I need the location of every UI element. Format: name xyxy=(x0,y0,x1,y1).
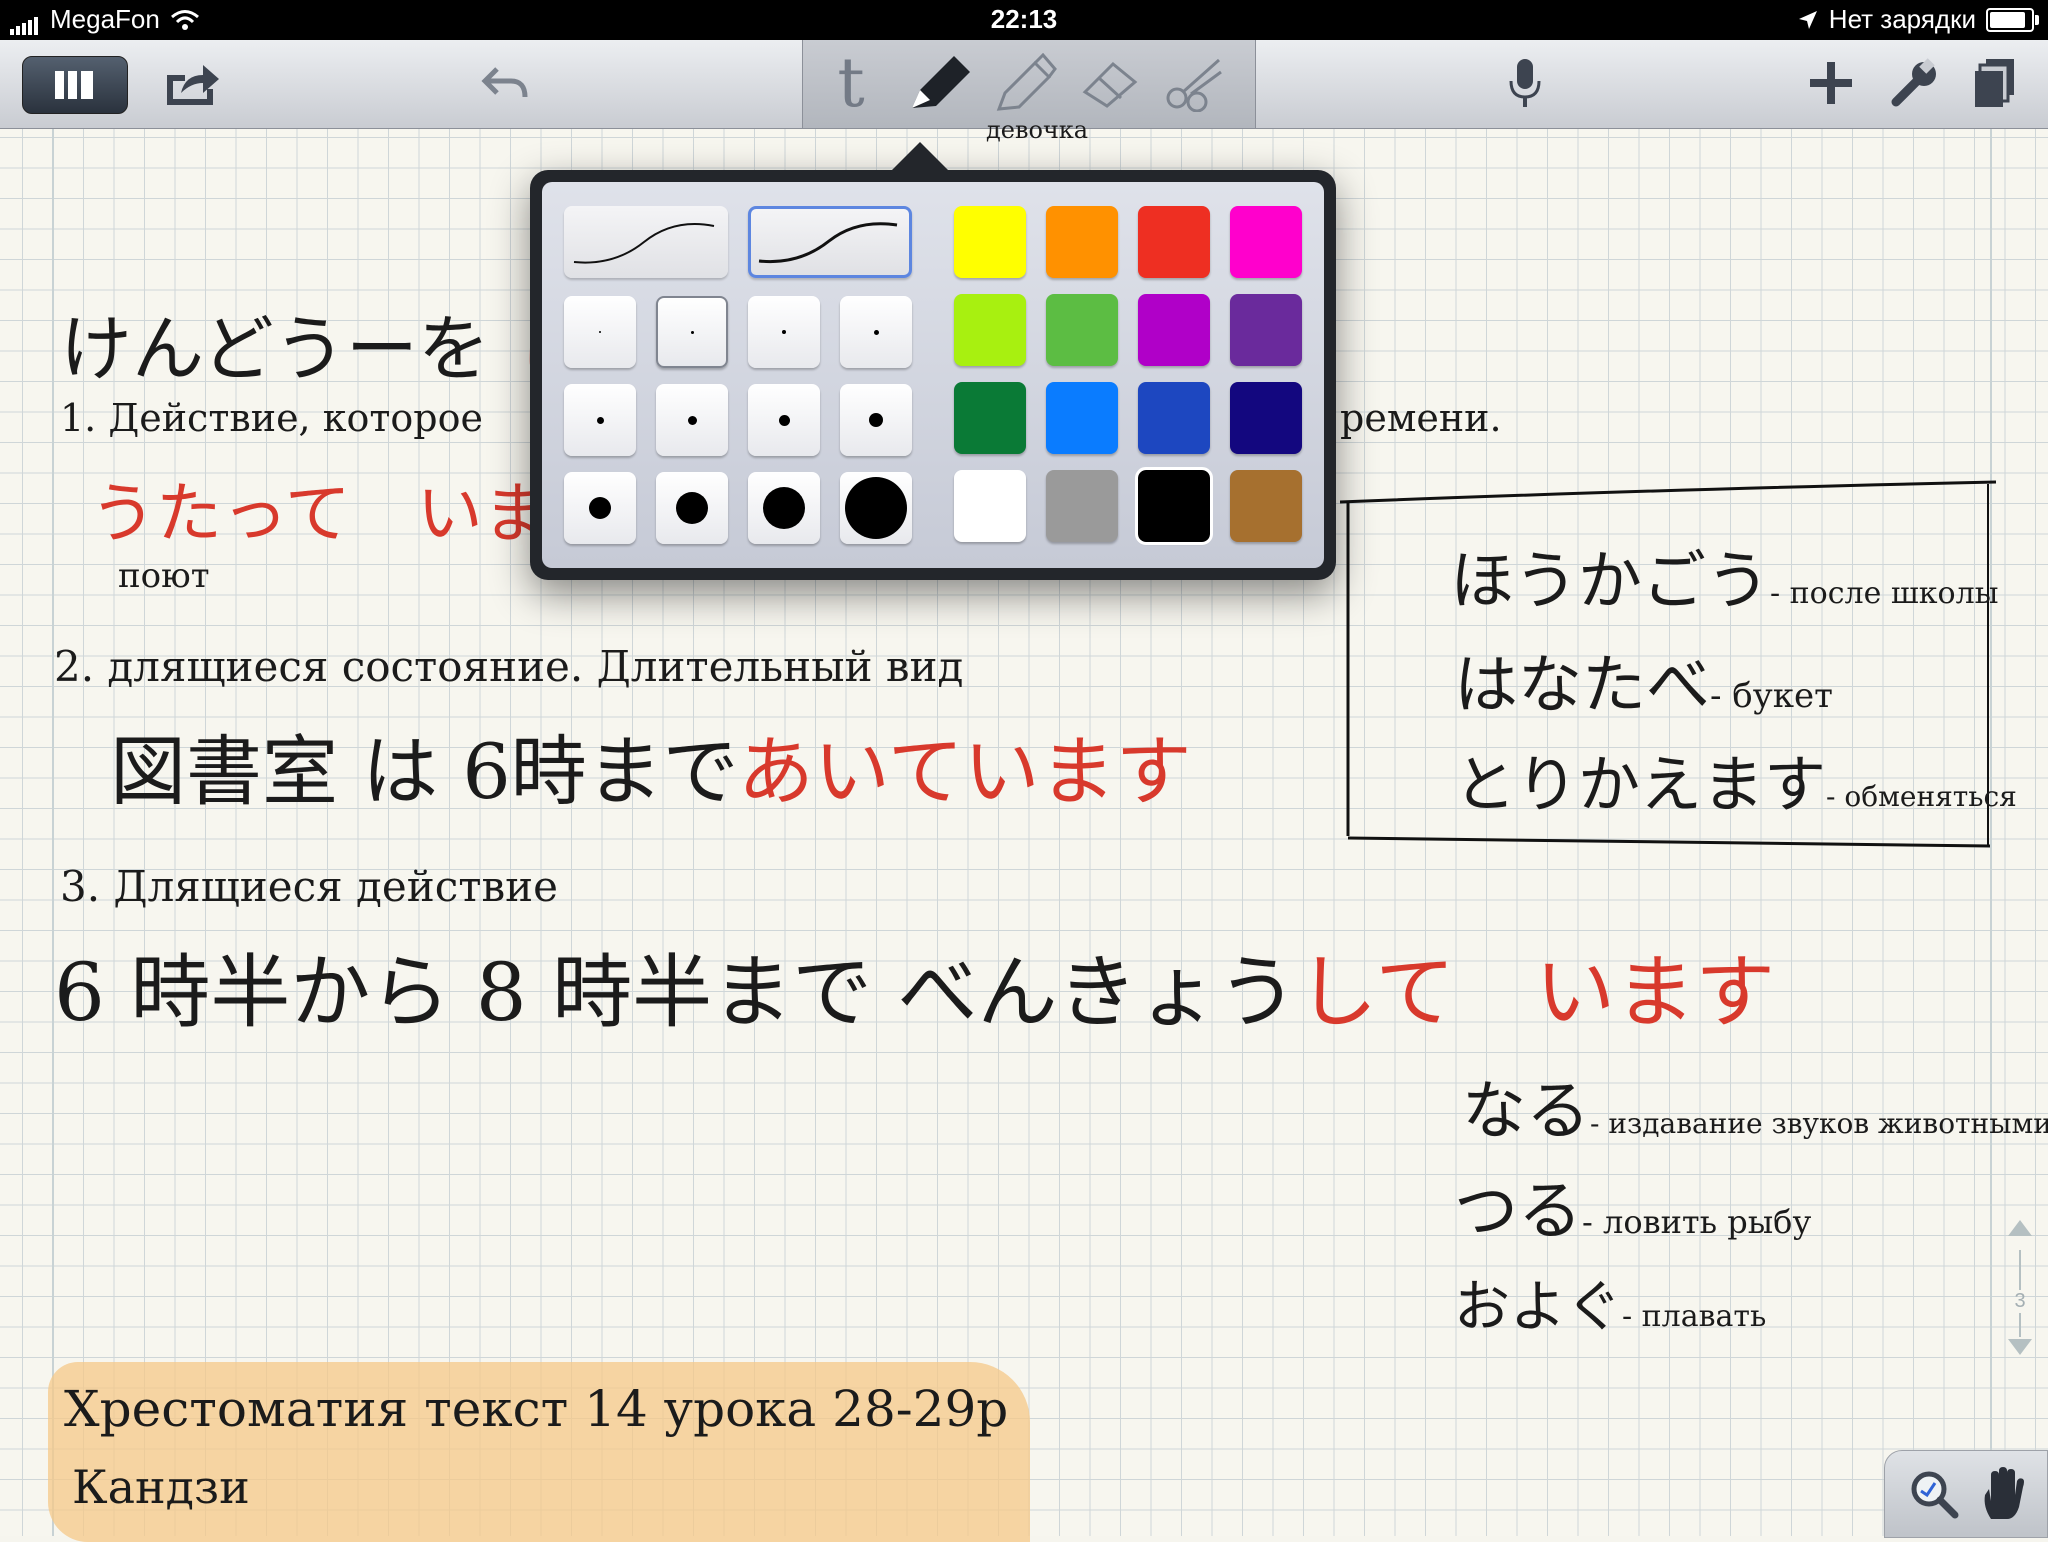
note-line1-jp: うたって いま xyxy=(90,475,549,552)
color-swatch[interactable] xyxy=(1230,294,1302,366)
brush-size-option[interactable] xyxy=(656,472,728,544)
zoom-icon[interactable] xyxy=(1909,1469,1959,1519)
text-tool-icon: t xyxy=(837,43,865,123)
vocab-item: およぐ- плавать xyxy=(1454,1275,1767,1340)
color-swatch-selected[interactable] xyxy=(1135,467,1213,545)
page-down-icon[interactable] xyxy=(2006,1337,2034,1357)
brush-size-option[interactable] xyxy=(564,472,636,544)
tool-group: t xyxy=(802,40,1256,128)
line-style-option-selected[interactable] xyxy=(748,206,912,278)
brush-size-option[interactable] xyxy=(840,296,912,368)
note-line2: 2. длящиеся состояние. Длительный вид xyxy=(54,642,964,691)
battery-icon xyxy=(1986,7,2039,32)
pen-tool-button[interactable] xyxy=(899,50,979,116)
scroll-track xyxy=(2019,1313,2040,1337)
share-icon xyxy=(167,65,219,105)
left-margin-line xyxy=(52,129,54,1536)
color-swatch[interactable] xyxy=(954,382,1026,454)
color-swatch[interactable] xyxy=(1046,470,1118,542)
page-number: 3 xyxy=(2014,1290,2026,1312)
note-line2-jp: 図書室 は 6時まであいています xyxy=(110,727,1192,816)
page-scroller[interactable]: 3 xyxy=(2000,1218,2040,1358)
brush-size-option[interactable] xyxy=(748,472,820,544)
box-item: はなたべ- букет xyxy=(1454,649,1833,723)
scissors-tool-icon xyxy=(1166,58,1222,112)
eraser-tool-button[interactable] xyxy=(1075,50,1145,116)
library-icon xyxy=(55,71,93,99)
color-swatch[interactable] xyxy=(1138,382,1210,454)
homework-line2: Кандзи xyxy=(72,1460,250,1514)
color-swatch[interactable] xyxy=(954,294,1026,366)
vocab-item: なる- издавание звуков животными xyxy=(1462,1075,2048,1149)
color-swatch[interactable] xyxy=(1138,294,1210,366)
color-swatch[interactable] xyxy=(1046,294,1118,366)
pressure-stroke-icon xyxy=(758,222,898,264)
color-swatch[interactable] xyxy=(1138,206,1210,278)
brush-size-option[interactable] xyxy=(656,384,728,456)
eraser-tool-icon xyxy=(1082,61,1138,108)
brush-size-option-selected[interactable] xyxy=(656,296,728,368)
scroll-track xyxy=(2019,1250,2040,1290)
pen-settings-popover xyxy=(530,142,1336,580)
note-line3: 3. Длящиеся действие xyxy=(60,862,558,911)
brush-size-option[interactable] xyxy=(564,384,636,456)
note-fragment: девочка xyxy=(986,116,1089,144)
pages-button[interactable] xyxy=(1960,50,2030,116)
vocab-item: つる- ловить рыбу xyxy=(1454,1175,1812,1249)
charging-status: Нет зарядки xyxy=(1828,4,1976,34)
wrench-icon xyxy=(1891,58,1936,107)
undo-icon xyxy=(481,67,528,98)
brush-size-option[interactable] xyxy=(840,472,912,544)
popover-panel xyxy=(542,182,1324,568)
text-tool-button[interactable]: t xyxy=(821,44,881,123)
color-swatch[interactable] xyxy=(1230,206,1302,278)
box-item: とりかえます- обменяться xyxy=(1454,748,2017,821)
color-swatch[interactable] xyxy=(954,470,1026,542)
highlighter-tool-button[interactable] xyxy=(989,50,1059,116)
color-swatch[interactable] xyxy=(1230,382,1302,454)
color-swatch[interactable] xyxy=(1046,382,1118,454)
brush-size-option[interactable] xyxy=(748,384,820,456)
note-line1-ru: поют xyxy=(118,556,210,596)
clock: 22:13 xyxy=(990,4,1058,34)
brush-size-option[interactable] xyxy=(564,296,636,368)
settings-button[interactable] xyxy=(1880,50,1950,116)
microphone-icon xyxy=(1509,59,1541,107)
status-bar: MegaFon 22:13 Нет зарядки xyxy=(0,0,2048,40)
microphone-button[interactable] xyxy=(1490,50,1560,116)
brush-size-option[interactable] xyxy=(748,296,820,368)
curve-stroke-icon xyxy=(573,223,715,264)
note-line1-tail: ремени. xyxy=(1340,396,1502,440)
add-button[interactable] xyxy=(1796,50,1866,116)
highlighter-tool-icon xyxy=(996,53,1057,111)
color-swatch[interactable] xyxy=(1046,206,1118,278)
location-icon xyxy=(1798,10,1817,29)
color-swatch[interactable] xyxy=(954,206,1026,278)
brush-size-option[interactable] xyxy=(840,384,912,456)
share-button[interactable] xyxy=(156,50,228,116)
undo-button[interactable] xyxy=(470,50,542,116)
note-heading-jp: けんどうーを し xyxy=(60,307,585,391)
note-line1: 1. Действие, которое xyxy=(60,396,483,440)
library-button[interactable] xyxy=(22,56,128,114)
pages-icon xyxy=(1975,59,2014,107)
note-line3-jp: 6 時半から 8 時半まで べんきょうして います xyxy=(54,946,1776,1039)
homework-line1: Хрестоматия текст 14 урока 28-29р xyxy=(64,1380,1009,1438)
bottom-tools xyxy=(1884,1450,2048,1538)
box-item: ほうかごう- после школы xyxy=(1450,545,1999,619)
popover-arrow xyxy=(890,142,950,172)
plus-icon xyxy=(1810,62,1852,104)
pen-tool-icon xyxy=(912,56,970,108)
page-up-icon[interactable] xyxy=(2006,1218,2034,1238)
color-swatch[interactable] xyxy=(1230,470,1302,542)
scissors-tool-button[interactable] xyxy=(1159,50,1229,116)
line-style-option[interactable] xyxy=(564,206,728,278)
hand-icon[interactable] xyxy=(1979,1467,2029,1521)
